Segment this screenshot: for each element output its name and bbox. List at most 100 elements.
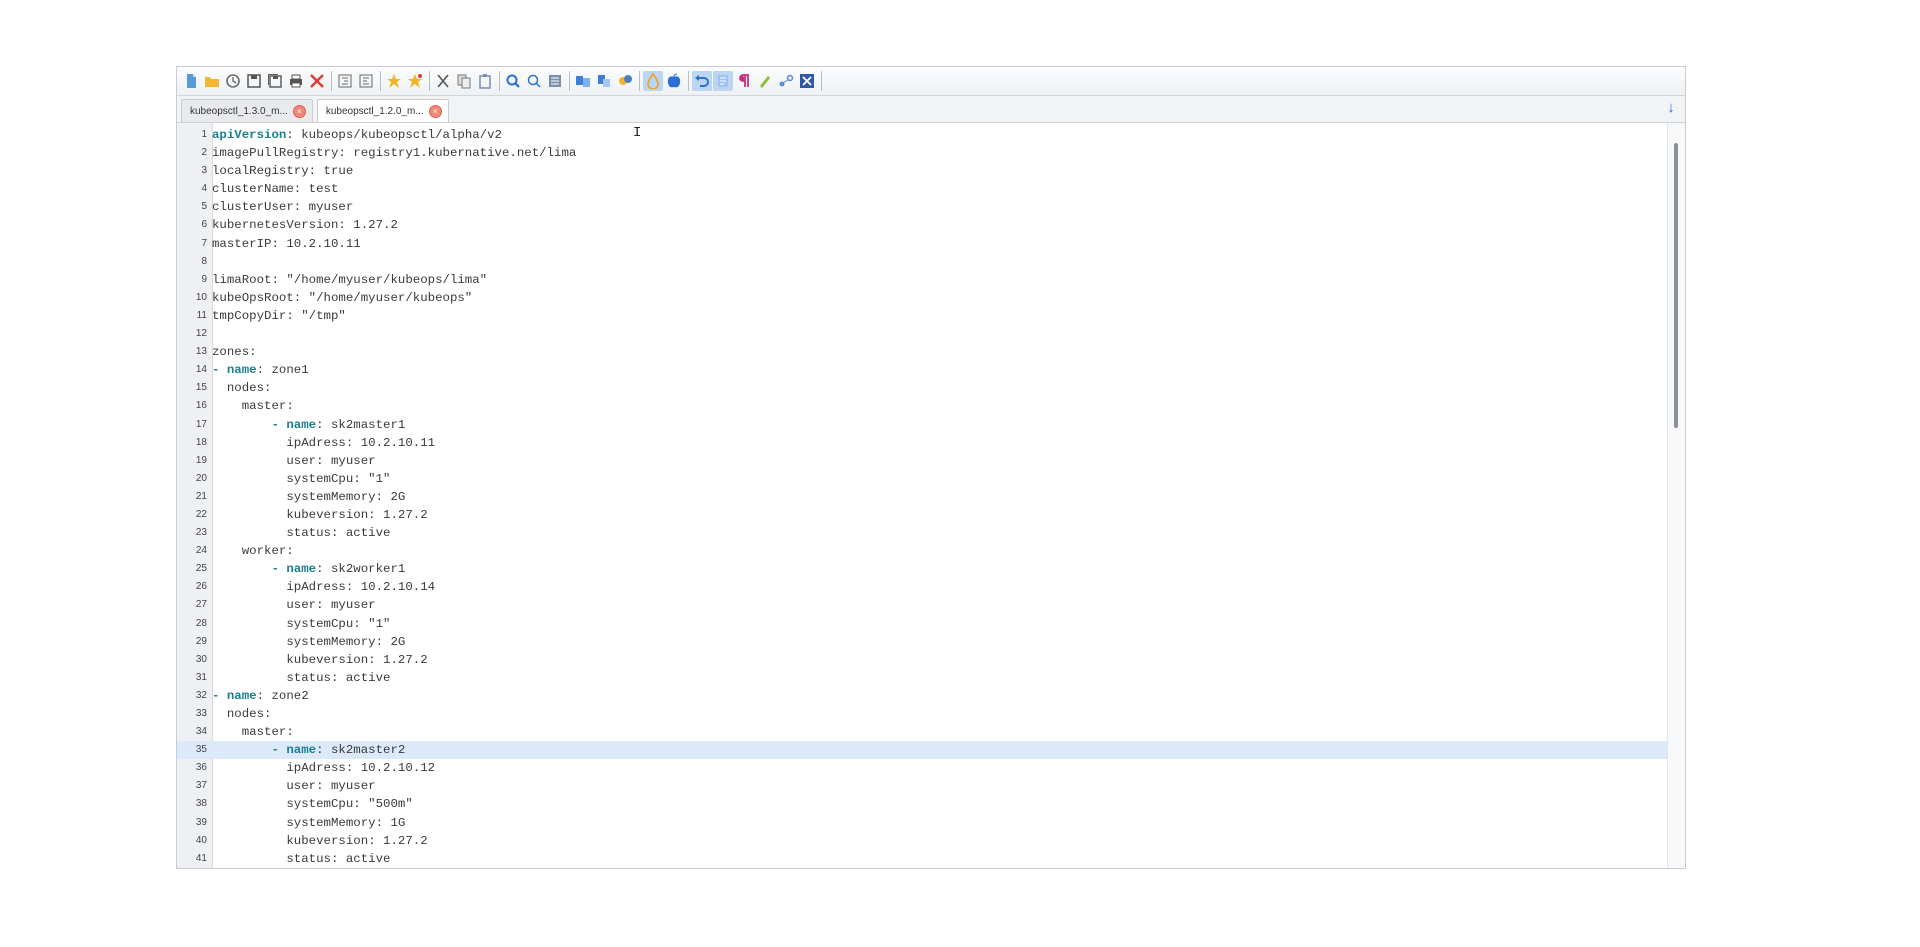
code-line[interactable]: 20 systemCpu: "1" (177, 470, 1667, 488)
close-tab-icon[interactable]: × (292, 104, 306, 118)
code-line[interactable]: 32- name: zone2 (177, 687, 1667, 705)
exit-button[interactable] (797, 71, 817, 91)
tab-label: kubeopsctl_1.2.0_m... (325, 105, 424, 117)
copy-button[interactable] (454, 71, 474, 91)
save-icon (247, 74, 261, 88)
open-folder-icon (205, 77, 219, 87)
replace-button[interactable] (545, 71, 565, 91)
code-line[interactable]: 41 status: active (177, 850, 1667, 868)
code-line[interactable]: 21 systemMemory: 2G (177, 488, 1667, 506)
compare-icon (576, 76, 590, 87)
tab-list-arrow-icon[interactable]: ↓ (1663, 98, 1679, 118)
redo-button[interactable] (713, 71, 733, 91)
code-line[interactable]: 7 masterIP: 10.2.10.11 (177, 235, 1667, 253)
code-line[interactable]: 40 kubeversion: 1.27.2 (177, 832, 1667, 850)
code-line[interactable]: 38 systemCpu: "500m" (177, 795, 1667, 813)
line-number: 13 (195, 346, 207, 358)
code-line[interactable]: 15 nodes: (177, 379, 1667, 397)
line-number: 15 (195, 382, 207, 394)
bookmark-next-button[interactable] (405, 71, 425, 91)
code-line[interactable]: 25 - name: sk2worker1 (177, 560, 1667, 578)
code-line[interactable]: 22 kubeversion: 1.27.2 (177, 506, 1667, 524)
code-line[interactable]: 28 systemCpu: "1" (177, 615, 1667, 633)
code-line[interactable]: 1 apiVersion: kubeops/kubeopsctl/alpha/v2 (177, 126, 1667, 144)
tab-file-1[interactable]: kubeopsctl_1.3.0_m... × (181, 99, 313, 122)
code-line[interactable]: 9 limaRoot: "/home/myuser/kubeops/lima" (177, 271, 1667, 289)
exit-icon (800, 74, 814, 88)
code-line[interactable]: 39 systemMemory: 1G (177, 814, 1667, 832)
code-line[interactable]: 5 clusterUser: myuser (177, 198, 1667, 216)
paragraph-button[interactable] (734, 71, 754, 91)
code-value: : kubeops/kubeopsctl/alpha/v2 (286, 128, 502, 142)
cut-icon (437, 74, 449, 88)
code-line[interactable]: 31 status: active (177, 669, 1667, 687)
find-next-button[interactable] (524, 71, 544, 91)
code-line[interactable]: 34 master: (177, 723, 1667, 741)
code-line[interactable]: 27 user: myuser (177, 596, 1667, 614)
code-editor[interactable]: 1 apiVersion: kubeops/kubeopsctl/alpha/v2… (177, 123, 1685, 868)
editor-window: kubeopsctl_1.3.0_m... × kubeopsctl_1.2.0… (176, 66, 1686, 869)
compare-button[interactable] (573, 71, 593, 91)
code-line[interactable]: 37 user: myuser (177, 777, 1667, 795)
code-line[interactable]: 17 - name: sk2master1 (177, 416, 1667, 434)
code-text: zones: (212, 345, 257, 360)
open-folder-button[interactable] (202, 71, 222, 91)
save-button[interactable] (244, 71, 264, 91)
code-line[interactable]: 30 kubeversion: 1.27.2 (177, 651, 1667, 669)
highlight-button[interactable] (755, 71, 775, 91)
find-button[interactable] (503, 71, 523, 91)
line-number: 25 (195, 563, 207, 575)
bookmark-button[interactable] (384, 71, 404, 91)
code-line[interactable]: 8 (177, 253, 1667, 271)
line-number: 38 (195, 798, 207, 810)
close-file-button[interactable] (307, 71, 327, 91)
undo-button[interactable] (692, 71, 712, 91)
tools-button[interactable] (776, 71, 796, 91)
code-line[interactable]: 19 user: myuser (177, 452, 1667, 470)
code-line[interactable]: 3 localRegistry: true (177, 162, 1667, 180)
merge-button[interactable] (594, 71, 614, 91)
code-line[interactable]: 24 worker: (177, 542, 1667, 560)
code-line[interactable]: 18 ipAdress: 10.2.10.11 (177, 434, 1667, 452)
scrollbar-thumb[interactable] (1674, 143, 1678, 428)
line-number: 3 (201, 165, 207, 177)
line-number: 27 (195, 599, 207, 611)
line-number: 1 (201, 129, 207, 140)
cut-button[interactable] (433, 71, 453, 91)
macro-button[interactable] (615, 71, 635, 91)
print-button[interactable] (286, 71, 306, 91)
code-line[interactable]: 6 kubernetesVersion: 1.27.2 (177, 216, 1667, 234)
code-line[interactable]: 26 ipAdress: 10.2.10.14 (177, 578, 1667, 596)
linux-button[interactable] (643, 71, 663, 91)
code-line[interactable]: 4 clusterName: test (177, 180, 1667, 198)
code-text: status: active (212, 670, 391, 685)
close-tab-icon[interactable]: × (428, 104, 442, 118)
code-line[interactable]: 33 nodes: (177, 705, 1667, 723)
code-line[interactable]: 12 (177, 325, 1667, 343)
code-line[interactable]: 29 systemMemory: 2G (177, 633, 1667, 651)
print-icon (290, 74, 302, 88)
vertical-scrollbar[interactable] (1667, 123, 1685, 868)
line-number: 23 (195, 527, 207, 539)
code-line[interactable]: 13 zones: (177, 343, 1667, 361)
tab-file-2[interactable]: kubeopsctl_1.2.0_m... × (316, 99, 449, 122)
clock-icon (226, 74, 240, 88)
code-line[interactable]: 35 - name: sk2master2 (177, 741, 1667, 760)
code-line[interactable]: 2 imagePullRegistry: registry1.kubernativ… (177, 144, 1667, 162)
code-line[interactable]: 16 master: (177, 397, 1667, 415)
indent-right-button[interactable] (356, 71, 376, 91)
code-line[interactable]: 10 kubeOpsRoot: "/home/myuser/kubeops" (177, 289, 1667, 307)
paste-button[interactable] (475, 71, 495, 91)
new-file-button[interactable] (181, 71, 201, 91)
code-line[interactable]: 14- name: zone1 (177, 361, 1667, 379)
indent-left-button[interactable] (335, 71, 355, 91)
save-all-button[interactable] (265, 71, 285, 91)
apple-button[interactable] (664, 71, 684, 91)
clock-button[interactable] (223, 71, 243, 91)
code-line[interactable]: 23 status: active (177, 524, 1667, 542)
code-line[interactable]: 36 ipAdress: 10.2.10.12 (177, 759, 1667, 777)
code-indent: - (212, 562, 287, 577)
code-line[interactable]: 11 tmpCopyDir: "/tmp" (177, 307, 1667, 325)
code-text: masterIP: 10.2.10.11 (212, 236, 361, 251)
code-indent: - (212, 417, 287, 432)
